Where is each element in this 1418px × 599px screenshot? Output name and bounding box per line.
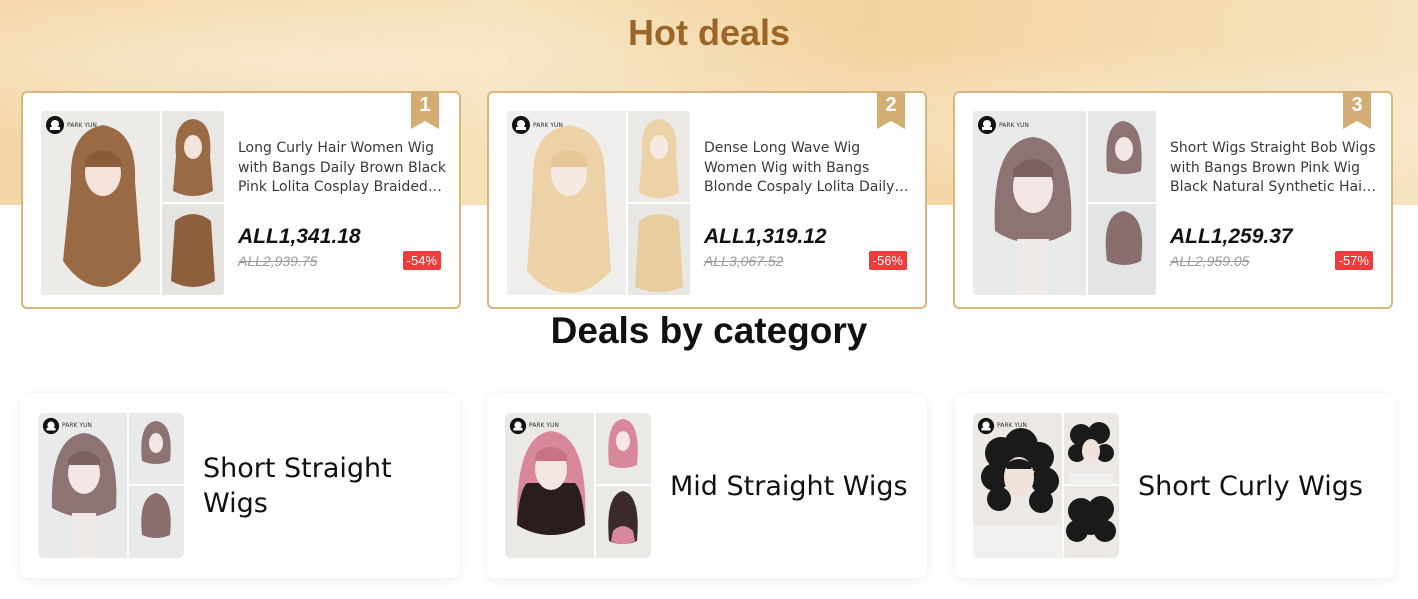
category-label[interactable]: Mid Straight Wigs: [670, 394, 910, 578]
deal-card[interactable]: PARK YUN 1 Long Curly Hair Women Wig wit…: [21, 91, 461, 309]
category-card[interactable]: PARK YUN Short Curly Wigs: [955, 394, 1395, 578]
category-card[interactable]: PARK YUN Mid Straight Wigs: [487, 394, 927, 578]
category-image[interactable]: PARK YUN: [505, 413, 651, 558]
brand-logo-icon: [46, 116, 64, 134]
deals-by-category-title: Deals by category: [550, 310, 868, 351]
brand-logo-text: PARK YUN: [533, 122, 563, 129]
product-title[interactable]: Long Curly Hair Women Wig with Bangs Dai…: [238, 139, 446, 198]
brand-logo-icon: [512, 116, 530, 134]
rank-badge: 2: [877, 91, 905, 129]
rank-badge: 1: [411, 91, 439, 129]
rank-number: 3: [1351, 94, 1363, 116]
brand-logo-text: PARK YUN: [999, 122, 1029, 129]
category-image[interactable]: PARK YUN: [973, 413, 1119, 558]
brand-logo-icon: [977, 417, 995, 435]
rank-number: 1: [419, 94, 431, 116]
rank-number: 2: [885, 94, 897, 116]
category-label[interactable]: Short Curly Wigs: [1138, 394, 1378, 578]
product-title[interactable]: Short Wigs Straight Bob Wigs with Bangs …: [1170, 139, 1378, 198]
original-price: ALL2,959.05: [1170, 253, 1250, 269]
original-price: ALL2,939.75: [238, 253, 318, 269]
rank-badge: 3: [1343, 91, 1371, 129]
category-image[interactable]: PARK YUN: [38, 413, 184, 558]
brand-logo-icon: [978, 116, 996, 134]
brand-logo-icon: [509, 417, 527, 435]
hot-deals-title: Hot deals: [627, 12, 791, 53]
product-title[interactable]: Dense Long Wave Wig Women Wig with Bangs…: [704, 139, 912, 198]
product-price: ALL1,259.37: [1170, 225, 1293, 248]
discount-badge: -56%: [868, 251, 907, 270]
deal-card[interactable]: PARK YUN 2 Dense Long Wave Wig Women Wig…: [487, 91, 927, 309]
product-price: ALL1,341.18: [238, 225, 361, 248]
deal-card[interactable]: PARK YUN 3 Short Wigs Straight Bob Wigs …: [953, 91, 1393, 309]
product-image[interactable]: PARK YUN: [507, 111, 690, 295]
brand-logo-text: PARK YUN: [997, 422, 1027, 429]
product-image[interactable]: PARK YUN: [973, 111, 1156, 295]
brand-logo-icon: [42, 417, 60, 435]
discount-badge: -54%: [402, 251, 441, 270]
brand-logo-text: PARK YUN: [67, 122, 97, 129]
brand-logo-text: PARK YUN: [62, 422, 92, 429]
original-price: ALL3,067.52: [704, 253, 784, 269]
product-image[interactable]: PARK YUN: [41, 111, 224, 295]
discount-badge: -57%: [1334, 251, 1373, 270]
category-card[interactable]: PARK YUN Short Straight Wigs: [20, 394, 460, 578]
product-price: ALL1,319.12: [704, 225, 827, 248]
brand-logo-text: PARK YUN: [529, 422, 559, 429]
category-label[interactable]: Short Straight Wigs: [203, 394, 443, 578]
